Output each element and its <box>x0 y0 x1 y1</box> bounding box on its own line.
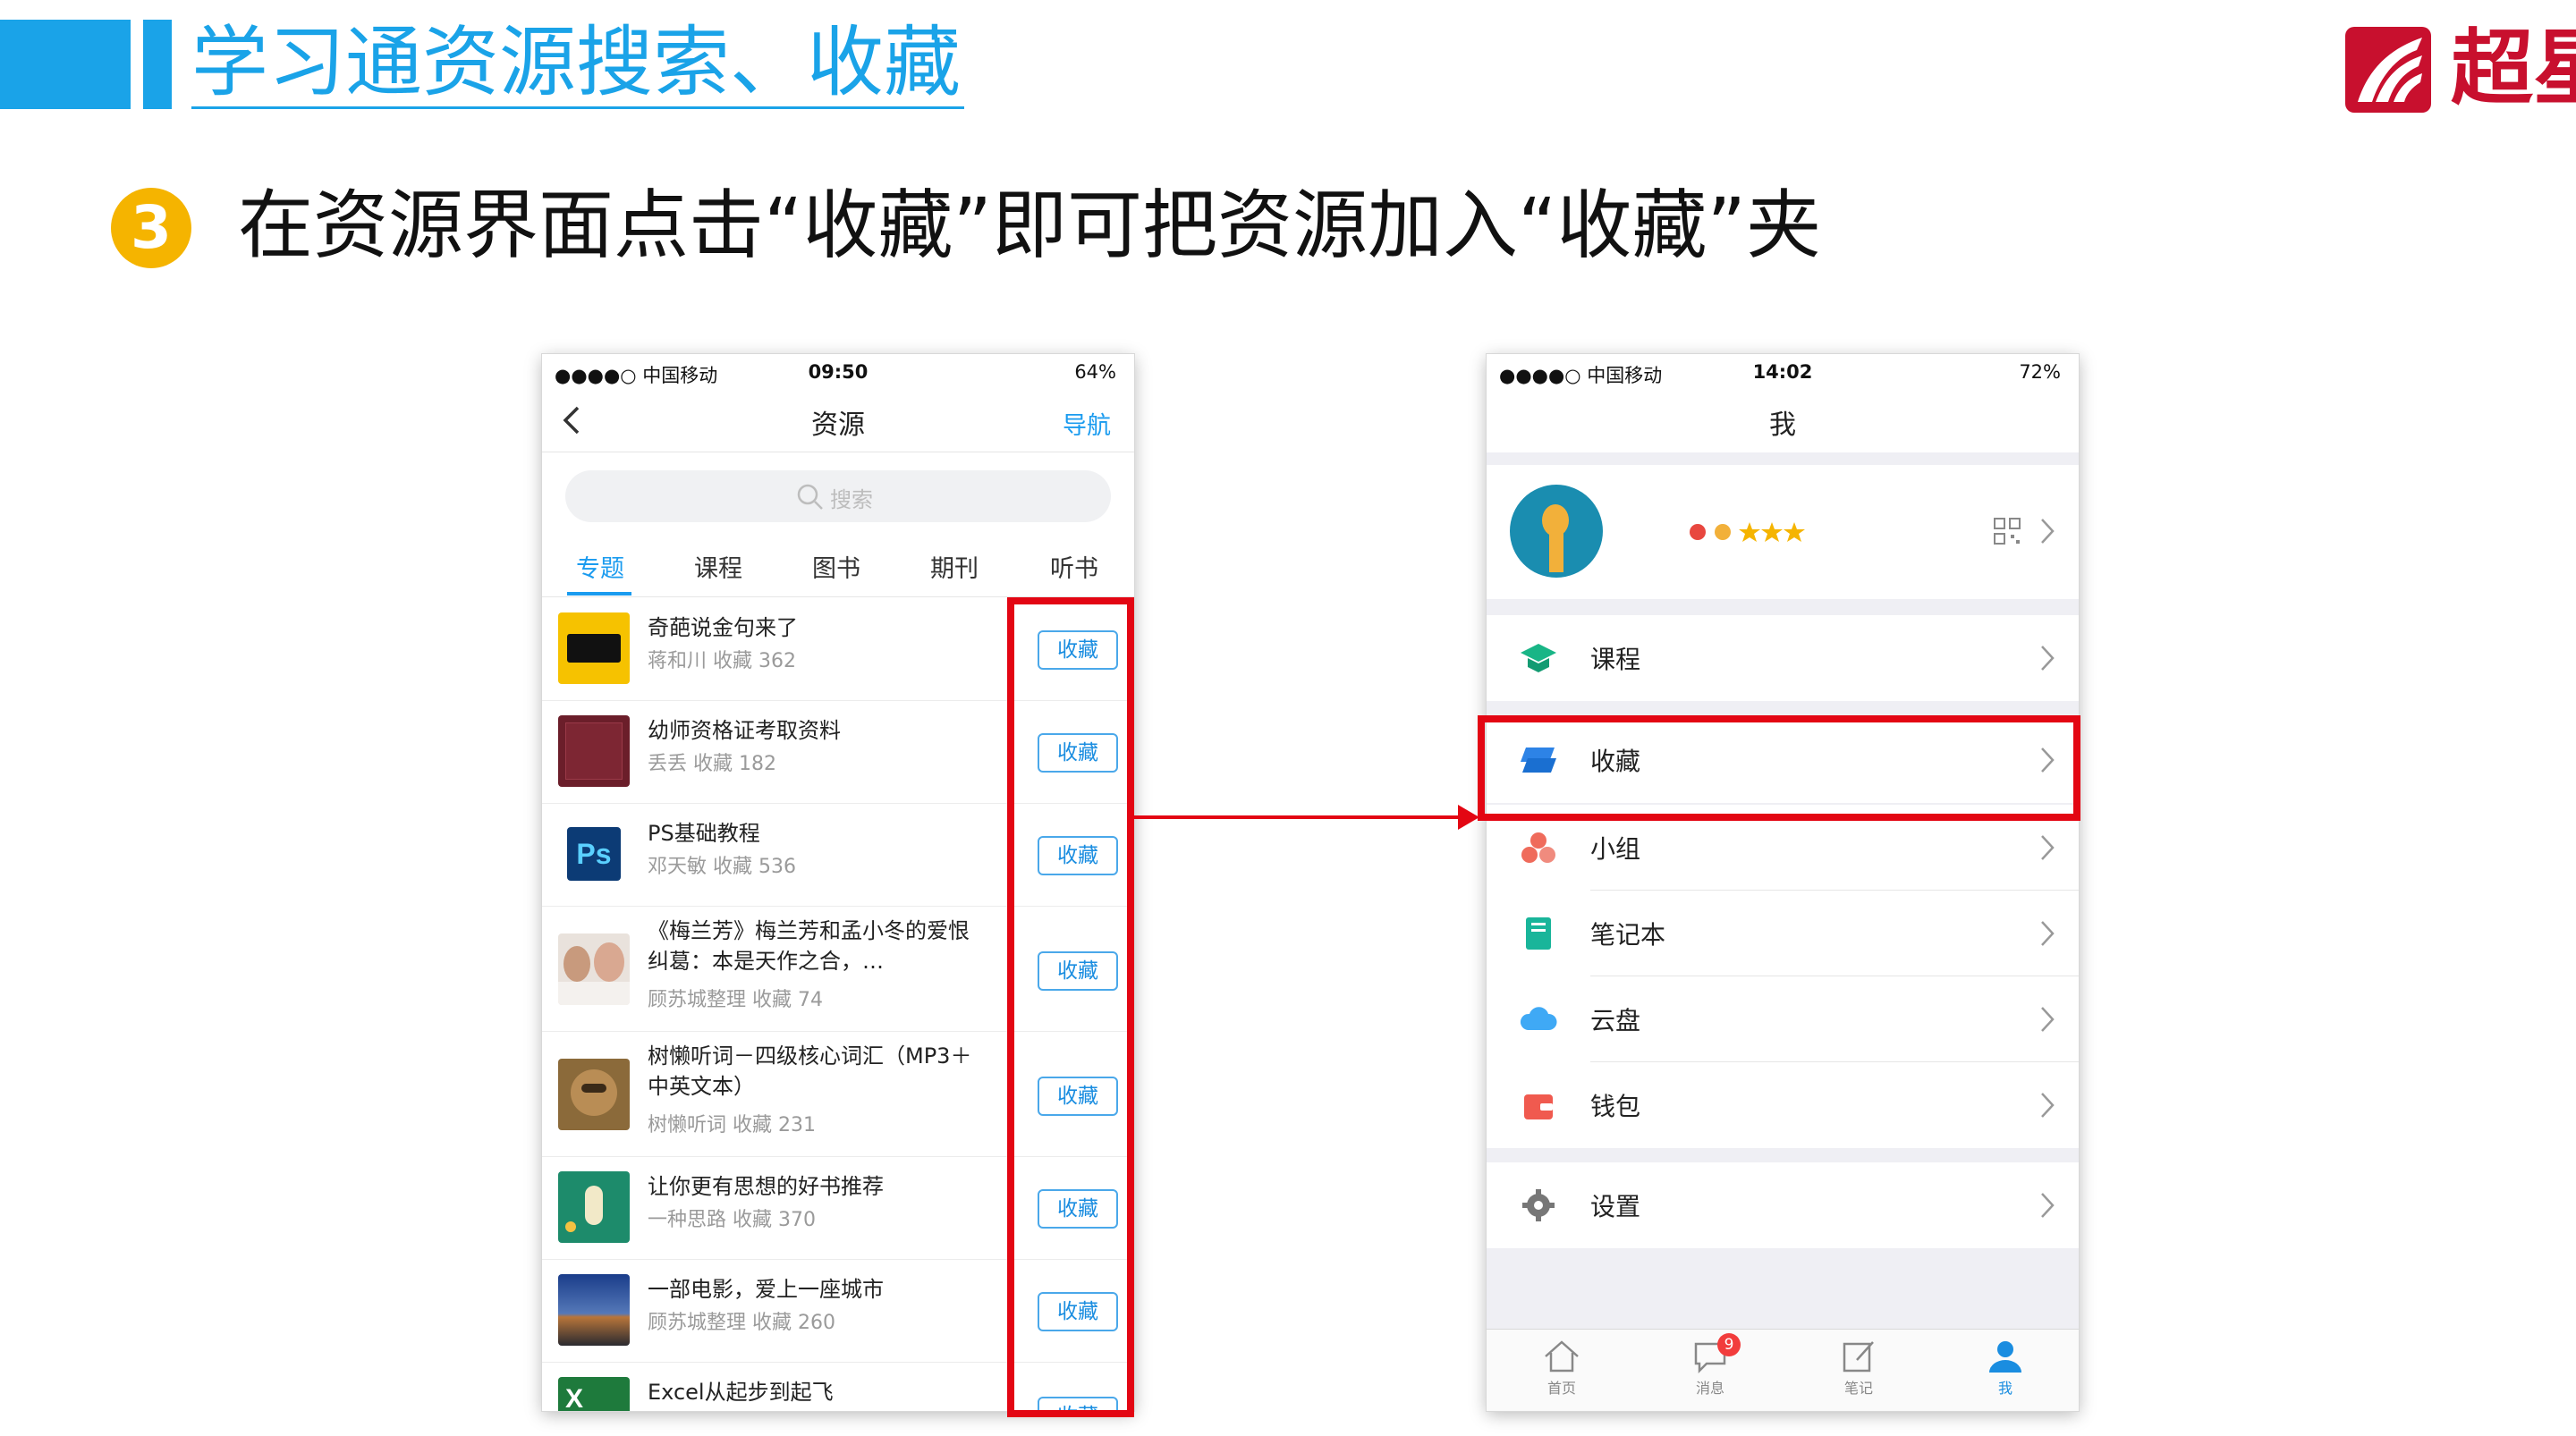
item-title: 树懒听词－四级核心词汇（MP3＋中英文本） <box>648 1043 972 1099</box>
page-title: 资源 <box>811 410 865 441</box>
item-thumbnail <box>558 715 630 787</box>
bottom-tab-bar: 首页 消息 9 笔记 我 <box>1487 1329 2079 1411</box>
tab-journals[interactable]: 期刊 <box>930 549 979 584</box>
step-number-badge: 3 <box>111 188 191 268</box>
wallet-icon <box>1524 1094 1553 1119</box>
item-meta: 丢丢 收藏 182 <box>648 753 776 775</box>
item-thumbnail <box>558 1274 630 1346</box>
arrow-connector <box>1134 815 1467 819</box>
item-meta: 顾苏城整理 收藏 260 <box>648 1312 835 1334</box>
chevron-right-icon <box>2041 1093 2055 1118</box>
chevron-right-icon <box>2041 519 2055 544</box>
item-title: 让你更有思想的好书推荐 <box>648 1174 884 1199</box>
tab-courses[interactable]: 课程 <box>694 549 742 584</box>
graduation-cap-icon <box>1521 644 1556 672</box>
item-title: 幼师资格证考取资料 <box>648 718 841 743</box>
menu-label: 课程 <box>1590 645 1641 674</box>
logo-wordmark: 超星 <box>2451 20 2576 116</box>
item-thumbnail: X <box>558 1377 630 1411</box>
step-instruction: 在资源界面点击“收藏”即可把资源加入“收藏”夹 <box>238 182 1822 269</box>
item-title: Excel从起步到起飞 <box>648 1380 834 1405</box>
qr-code-icon[interactable] <box>1993 517 2021 545</box>
achievement-badges-icon <box>1690 522 1805 542</box>
status-time: 09:50 <box>808 361 869 383</box>
tab-label: 消息 <box>1695 1380 1724 1397</box>
slide-title: 学习通资源搜索、收藏 <box>191 18 961 107</box>
item-meta: 蒋和川 收藏 362 <box>648 650 796 672</box>
arrow-head-icon <box>1458 805 1479 830</box>
nav-bar: 资源 导航 <box>542 390 1134 452</box>
chevron-right-icon <box>2041 1193 2055 1218</box>
menu-item-wallet[interactable]: 钱包 <box>1487 1062 2079 1148</box>
item-thumbnail <box>558 612 630 684</box>
item-thumbnail <box>558 1059 630 1130</box>
tab-label: 首页 <box>1546 1380 1576 1397</box>
status-bar: ●●●●○ 中国移动 09:50 64% <box>542 354 1134 390</box>
nav-bar: 我 <box>1487 390 2079 452</box>
unread-badge: 9 <box>1717 1333 1741 1356</box>
edit-note-icon <box>1843 1341 1874 1373</box>
title-accent-bar <box>143 20 172 109</box>
page-title: 我 <box>1769 410 1796 441</box>
item-thumbnail <box>558 1171 630 1243</box>
menu-item-cloud-drive[interactable]: 云盘 <box>1487 976 2079 1062</box>
menu-item-settings[interactable]: 设置 <box>1487 1162 2079 1248</box>
tab-home[interactable]: 首页 <box>1517 1339 1606 1398</box>
tab-books[interactable]: 图书 <box>812 549 860 584</box>
search-input[interactable]: 搜索 <box>565 470 1111 522</box>
battery-level: 64% <box>1074 361 1116 383</box>
home-icon <box>1545 1340 1579 1373</box>
navigation-link[interactable]: 导航 <box>1063 406 1111 441</box>
tab-label: 笔记 <box>1843 1380 1873 1397</box>
item-title: 《梅兰芳》梅兰芳和孟小冬的爱恨纠葛：本是天作之合，… <box>648 918 970 974</box>
item-title: PS基础教程 <box>648 821 760 846</box>
notebook-icon <box>1526 917 1551 950</box>
menu-label: 云盘 <box>1590 1006 1641 1035</box>
profile-card[interactable] <box>1487 465 2079 599</box>
tab-me[interactable]: 我 <box>1961 1339 2050 1398</box>
chevron-right-icon <box>2041 646 2055 671</box>
tab-notes[interactable]: 笔记 <box>1814 1339 1903 1398</box>
tab-label: 我 <box>1997 1380 2012 1397</box>
favorites-menu-highlight <box>1478 715 2080 821</box>
status-bar: ●●●●○ 中国移动 14:02 72% <box>1487 354 2079 390</box>
avatar <box>1510 485 1603 578</box>
battery-level: 72% <box>2019 361 2061 383</box>
tab-messages[interactable]: 消息 9 <box>1665 1333 1755 1398</box>
item-meta: 邓天敏 收藏 536 <box>648 856 796 878</box>
tab-topics[interactable]: 专题 <box>576 549 624 584</box>
status-time: 14:02 <box>1752 361 1813 383</box>
active-tab-indicator <box>567 592 631 596</box>
menu-label: 设置 <box>1590 1192 1641 1221</box>
title-underline <box>191 106 964 109</box>
menu-label: 小组 <box>1590 834 1641 864</box>
group-icon <box>1521 832 1555 863</box>
item-thumbnail: Ps <box>558 818 630 890</box>
title-accent-block <box>0 20 131 109</box>
chevron-right-icon <box>2041 1007 2055 1032</box>
category-tabs: 专题 课程 图书 期刊 听书 <box>542 540 1134 597</box>
user-icon <box>1989 1341 2021 1373</box>
phone-me-screen: ●●●●○ 中国移动 14:02 72% 我 课程 收藏 小组 笔记本 云盘 钱… <box>1487 354 2079 1411</box>
menu-item-notebook[interactable]: 笔记本 <box>1487 891 2079 976</box>
cloud-icon <box>1520 1007 1557 1030</box>
item-meta: 树懒听词 收藏 231 <box>648 1114 816 1136</box>
search-placeholder: 搜索 <box>830 487 873 512</box>
item-title: 奇葩说金句来了 <box>648 615 798 640</box>
search-icon <box>797 484 823 510</box>
chevron-right-icon <box>2041 921 2055 946</box>
item-thumbnail <box>558 933 630 1005</box>
item-title: 一部电影，爱上一座城市 <box>648 1277 884 1302</box>
menu-item-courses[interactable]: 课程 <box>1487 615 2079 701</box>
tab-audiobooks[interactable]: 听书 <box>1050 549 1098 584</box>
menu-label: 笔记本 <box>1590 920 1666 950</box>
gear-icon <box>1522 1189 1555 1221</box>
menu-label: 钱包 <box>1590 1092 1641 1121</box>
chevron-right-icon <box>2041 835 2055 860</box>
item-meta: 一种思路 收藏 370 <box>648 1209 816 1231</box>
item-meta: 顾苏城整理 收藏 74 <box>648 989 823 1011</box>
favorite-buttons-highlight <box>1007 597 1134 1417</box>
